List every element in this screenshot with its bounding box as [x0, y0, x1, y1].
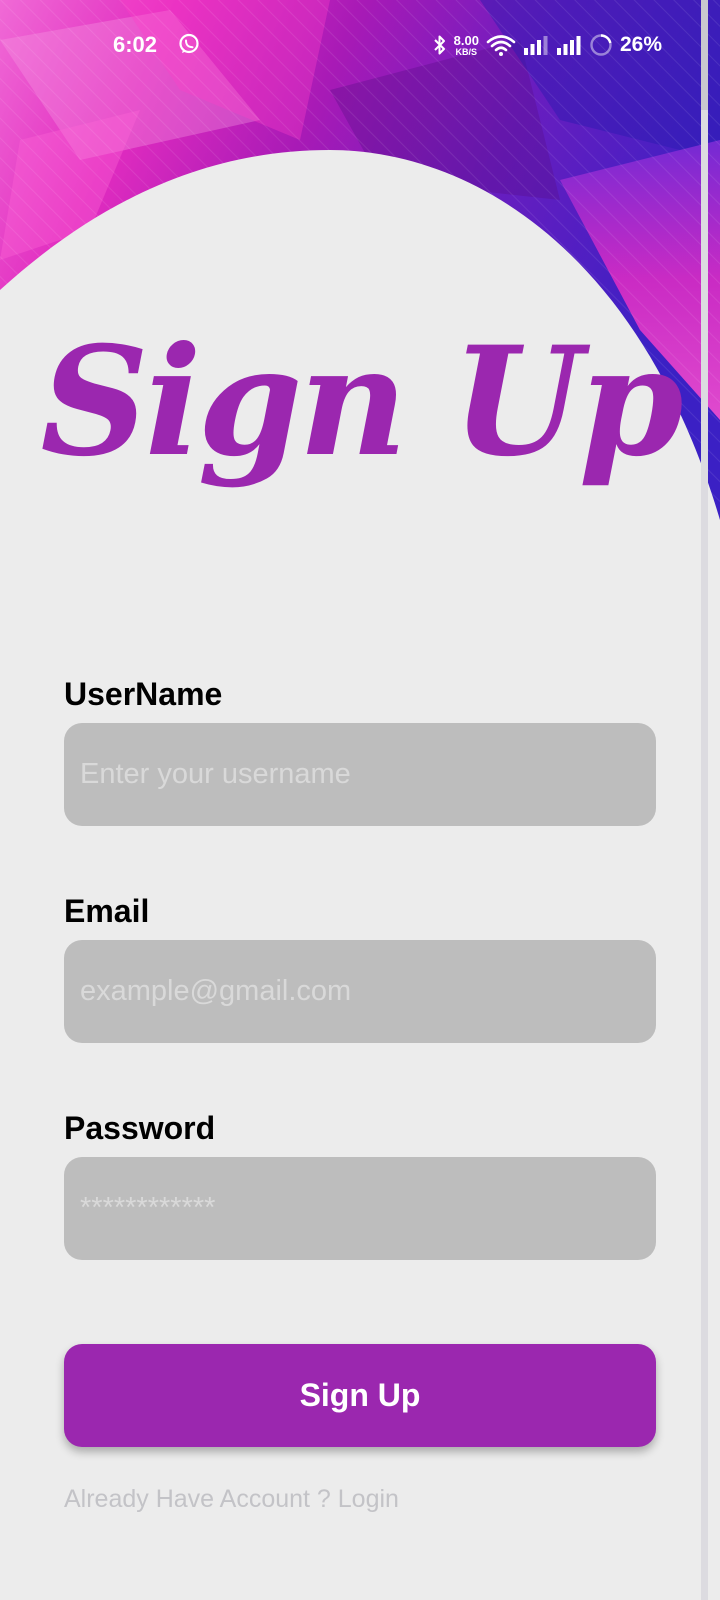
network-speed-unit: KB/S	[455, 46, 478, 57]
network-speed-value: 8.00	[453, 32, 479, 48]
status-bar: 6:02 8.00 KB/S 26%	[0, 0, 720, 92]
scrollbar-thumb[interactable]	[701, 0, 708, 110]
email-label: Email	[64, 893, 150, 929]
status-icons: 8.00 KB/S 26%	[433, 31, 662, 59]
login-link[interactable]: Already Have Account ? Login	[64, 1485, 656, 1514]
email-input[interactable]	[64, 940, 656, 1043]
battery-icon	[589, 33, 613, 57]
wifi-icon	[486, 33, 516, 57]
whatsapp-icon	[178, 33, 200, 55]
page-title: Sign Up	[40, 314, 683, 490]
status-time: 6:02	[113, 32, 158, 57]
username-label: UserName	[64, 676, 223, 712]
network-speed: 8.00 KB/S	[454, 34, 479, 57]
signup-button[interactable]: Sign Up	[64, 1344, 656, 1447]
signal-icon	[523, 34, 549, 56]
username-input[interactable]	[64, 723, 656, 826]
signup-form: UserName Email Password Sign Up Already …	[64, 675, 656, 1514]
scrollbar-track[interactable]	[701, 0, 708, 1600]
bluetooth-icon	[433, 33, 447, 57]
battery-percent: 26%	[619, 33, 662, 56]
signal-icon	[556, 34, 582, 56]
password-input[interactable]	[64, 1157, 656, 1260]
password-label: Password	[64, 1110, 216, 1146]
